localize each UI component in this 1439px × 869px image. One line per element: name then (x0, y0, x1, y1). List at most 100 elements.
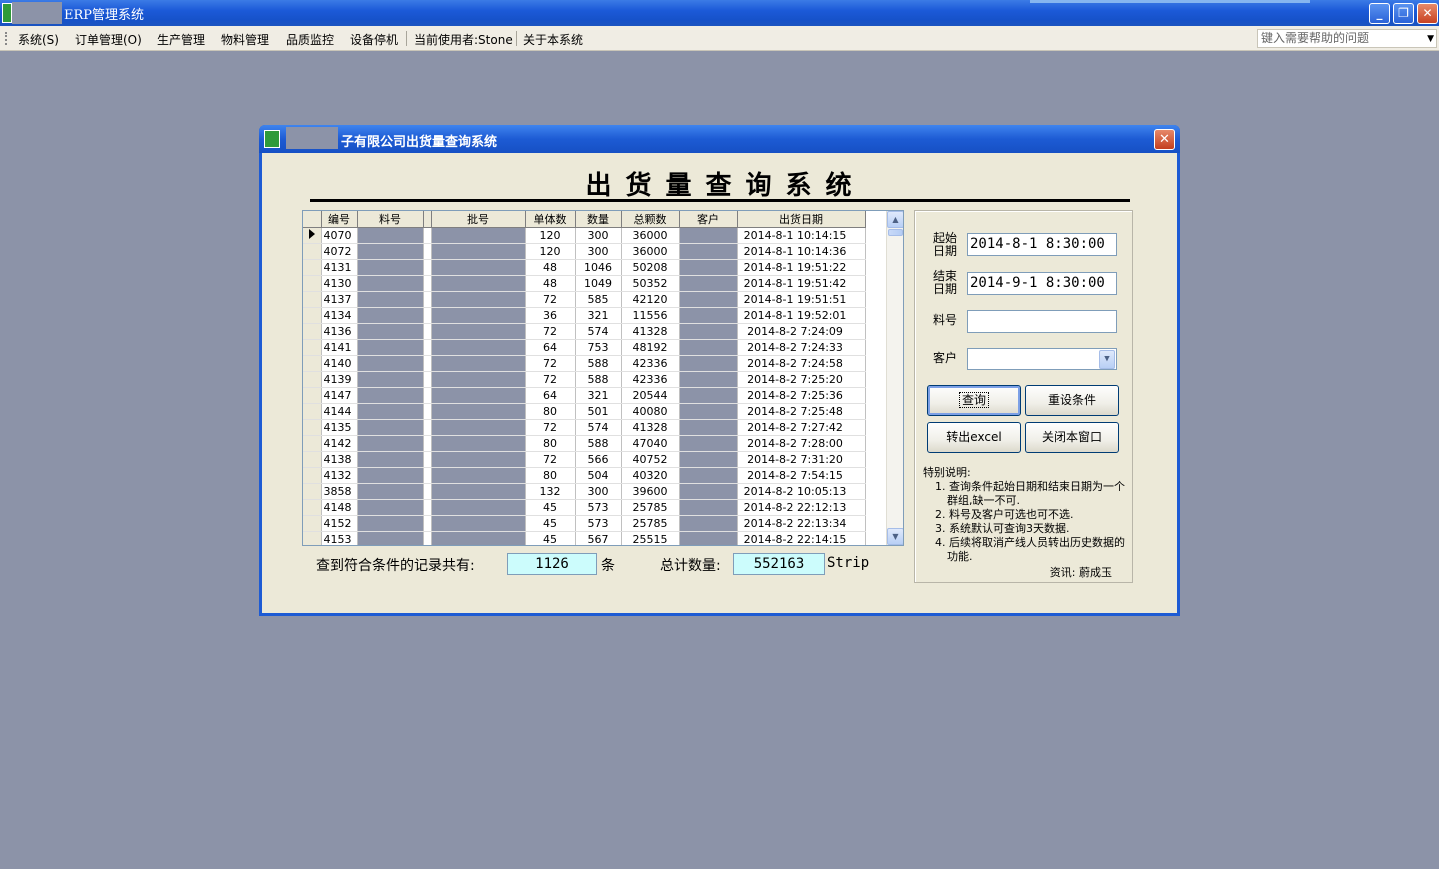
col-unit-count-cell[interactable]: 72 (525, 355, 576, 372)
col-unit-count-cell[interactable]: 80 (525, 403, 576, 420)
col-part-cell[interactable] (357, 355, 424, 372)
col-qty-cell[interactable]: 588 (575, 355, 622, 372)
col-lot-cell[interactable] (431, 531, 526, 545)
col-ship-date-cell[interactable]: 2014-8-1 19:51:51 (737, 291, 866, 308)
menu-equipment[interactable]: 设备停机 (350, 31, 398, 48)
row-header[interactable] (303, 483, 322, 500)
col-part-cell[interactable] (357, 387, 424, 404)
col-unit-count-cell[interactable]: 72 (525, 323, 576, 340)
col-lot-cell[interactable] (431, 307, 526, 324)
col-part-cell[interactable] (357, 515, 424, 532)
row-header[interactable] (303, 243, 322, 260)
col-total-cell[interactable]: 41328 (621, 323, 680, 340)
col-id-cell[interactable]: 4134 (321, 307, 358, 324)
chevron-down-icon[interactable]: ▼ (1427, 31, 1434, 48)
col-ship-date-cell[interactable]: 2014-8-2 7:24:33 (737, 339, 866, 356)
col-customer-cell[interactable] (679, 483, 738, 500)
col-gap-cell[interactable] (423, 275, 432, 292)
col-lot-cell[interactable] (431, 291, 526, 308)
col-qty-cell[interactable]: 574 (575, 323, 622, 340)
col-unit-count-cell[interactable]: 45 (525, 515, 576, 532)
col-unit-count-cell[interactable]: 64 (525, 339, 576, 356)
scroll-up-icon[interactable]: ▲ (887, 211, 903, 228)
col-lot-cell[interactable] (431, 483, 526, 500)
col-gap-cell[interactable] (423, 435, 432, 452)
col-lot-cell[interactable] (431, 339, 526, 356)
col-gap-cell[interactable] (423, 403, 432, 420)
col-unit-count-cell[interactable]: 72 (525, 291, 576, 308)
col-id-cell[interactable]: 4138 (321, 451, 358, 468)
table-row[interactable]: 4152 45 573 25785 2014-8-2 22:13:34 (303, 515, 866, 532)
col-part-cell[interactable] (357, 531, 424, 545)
col-customer-cell[interactable] (679, 339, 738, 356)
table-row[interactable]: 4131 48 1046 50208 2014-8-1 19:51:22 (303, 259, 866, 276)
col-id-cell[interactable]: 4147 (321, 387, 358, 404)
table-row[interactable]: 4142 80 588 47040 2014-8-2 7:28:00 (303, 435, 866, 452)
col-customer-cell[interactable] (679, 307, 738, 324)
col-gap-cell[interactable] (423, 307, 432, 324)
col-unit-count-cell[interactable]: 48 (525, 275, 576, 292)
col-total-cell[interactable]: 36000 (621, 243, 680, 260)
vertical-scrollbar[interactable]: ▲ ▼ (886, 211, 903, 545)
col-unit-count-cell[interactable]: 36 (525, 307, 576, 324)
col-total-cell[interactable]: 25515 (621, 531, 680, 545)
col-total-cell[interactable]: 42336 (621, 355, 680, 372)
col-qty-cell[interactable]: 573 (575, 515, 622, 532)
table-row[interactable]: 4132 80 504 40320 2014-8-2 7:54:15 (303, 467, 866, 484)
row-header[interactable] (303, 259, 322, 276)
col-part-cell[interactable] (357, 227, 424, 244)
col-qty-cell[interactable]: 573 (575, 499, 622, 516)
col-total-cell[interactable]: 25785 (621, 515, 680, 532)
menu-system[interactable]: 系统(S) (18, 31, 59, 48)
col-total-cell[interactable]: 11556 (621, 307, 680, 324)
col-qty-cell[interactable]: 567 (575, 531, 622, 545)
col-total-cell[interactable]: 40752 (621, 451, 680, 468)
col-qty-cell[interactable]: 753 (575, 339, 622, 356)
col-customer-cell[interactable] (679, 371, 738, 388)
reset-button[interactable]: 重设条件 (1025, 385, 1119, 416)
row-header[interactable] (303, 403, 322, 420)
col-unit-count-cell[interactable]: 72 (525, 371, 576, 388)
col-id-cell[interactable]: 4140 (321, 355, 358, 372)
col-customer-cell[interactable] (679, 435, 738, 452)
col-ship-date-cell[interactable]: 2014-8-1 19:51:22 (737, 259, 866, 276)
col-part-cell[interactable] (357, 403, 424, 420)
col-gap-header[interactable] (423, 211, 432, 228)
col-total-header[interactable]: 总颗数 (621, 211, 680, 228)
col-lot-cell[interactable] (431, 499, 526, 516)
col-total-cell[interactable]: 40320 (621, 467, 680, 484)
col-ship-date-cell[interactable]: 2014-8-2 7:24:58 (737, 355, 866, 372)
table-row[interactable]: 4141 64 753 48192 2014-8-2 7:24:33 (303, 339, 866, 356)
col-qty-cell[interactable]: 501 (575, 403, 622, 420)
row-header[interactable] (303, 515, 322, 532)
col-total-cell[interactable]: 20544 (621, 387, 680, 404)
col-part-header[interactable]: 料号 (357, 211, 424, 228)
row-header[interactable] (303, 307, 322, 324)
col-customer-cell[interactable] (679, 403, 738, 420)
close-window-button[interactable]: 关闭本窗口 (1025, 422, 1119, 453)
col-id-cell[interactable]: 4139 (321, 371, 358, 388)
table-row[interactable]: 4148 45 573 25785 2014-8-2 22:12:13 (303, 499, 866, 516)
col-id-cell[interactable]: 4152 (321, 515, 358, 532)
col-total-cell[interactable]: 36000 (621, 227, 680, 244)
col-unit-count-cell[interactable]: 48 (525, 259, 576, 276)
table-row[interactable]: 4147 64 321 20544 2014-8-2 7:25:36 (303, 387, 866, 404)
col-lot-cell[interactable] (431, 371, 526, 388)
col-id-cell[interactable]: 4130 (321, 275, 358, 292)
row-header[interactable] (303, 531, 322, 545)
col-customer-cell[interactable] (679, 467, 738, 484)
col-part-cell[interactable] (357, 243, 424, 260)
table-row[interactable]: 4137 72 585 42120 2014-8-1 19:51:51 (303, 291, 866, 308)
col-qty-cell[interactable]: 566 (575, 451, 622, 468)
table-row[interactable]: 3858 132 300 39600 2014-8-2 10:05:13 (303, 483, 866, 500)
col-unit-count-cell[interactable]: 120 (525, 243, 576, 260)
menu-materials[interactable]: 物料管理 (221, 31, 269, 48)
col-qty-cell[interactable]: 588 (575, 371, 622, 388)
col-unit-count-cell[interactable]: 132 (525, 483, 576, 500)
col-id-cell[interactable]: 4153 (321, 531, 358, 545)
col-gap-cell[interactable] (423, 259, 432, 276)
col-part-cell[interactable] (357, 499, 424, 516)
col-id-cell[interactable]: 4131 (321, 259, 358, 276)
col-part-cell[interactable] (357, 451, 424, 468)
col-lot-cell[interactable] (431, 515, 526, 532)
